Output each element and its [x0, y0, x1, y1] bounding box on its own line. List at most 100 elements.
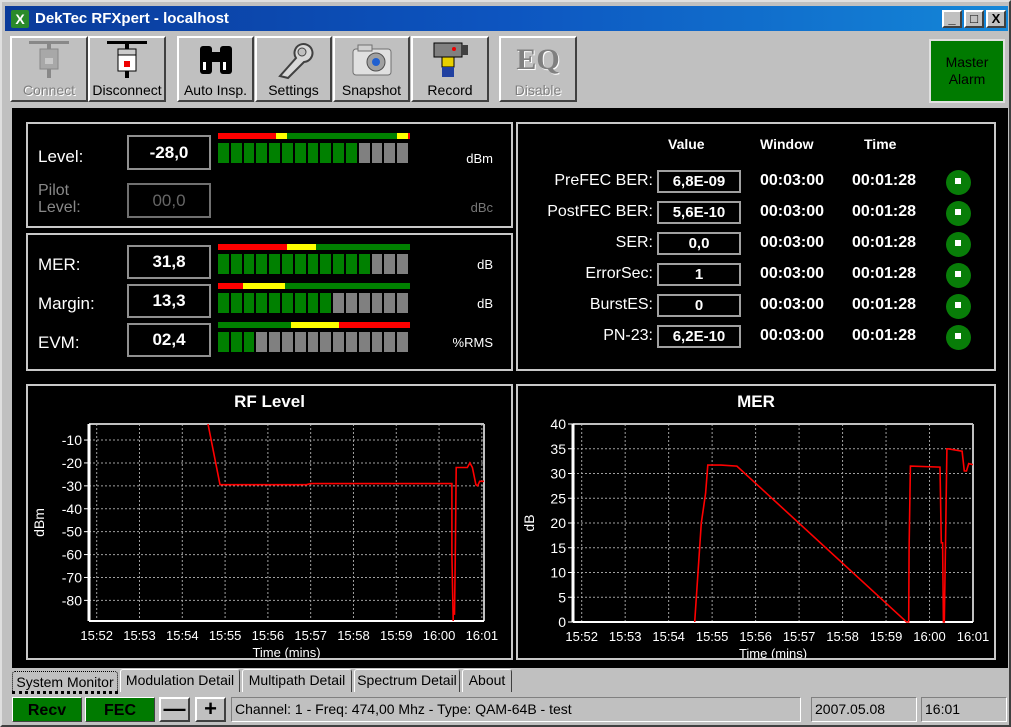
y-tick-label: -80	[62, 592, 82, 608]
evm-segment	[282, 332, 293, 352]
connect-button[interactable]: Connect	[10, 36, 88, 102]
error-row-time: 00:01:28	[852, 265, 917, 282]
mer-segment	[269, 254, 280, 274]
master-alarm-indicator: Master Alarm	[929, 39, 1005, 103]
error-row-time: 00:01:28	[852, 203, 917, 220]
master-alarm-line2: Alarm	[948, 71, 986, 87]
error-row-value: 5,6E-10	[657, 201, 741, 224]
channel-info: Channel: 1 - Freq: 474,00 Mhz - Type: QA…	[231, 697, 801, 722]
tab-modulation-detail[interactable]: Modulation Detail	[120, 669, 240, 692]
y-tick-label: 15	[550, 540, 566, 556]
y-tick-label: 0	[558, 614, 566, 630]
rf-level-chart-panel: RF Level 15:52 15:53 15:54 15:55 15:56 15:57 1…	[26, 384, 513, 660]
plot-area	[89, 424, 484, 621]
x-tick-label: 15:56	[739, 629, 772, 644]
error-row-window: 00:03:00	[760, 265, 825, 282]
margin-segment	[397, 293, 408, 313]
mer-segment	[243, 254, 255, 274]
evm-segment	[346, 332, 357, 352]
tab-about[interactable]: About	[462, 669, 512, 692]
error-row-time: 00:01:28	[852, 296, 917, 313]
title-bar: X DekTec RFXpert - localhost _ □ X	[5, 6, 1008, 31]
margin-threshold-band	[218, 283, 243, 289]
margin-label: Margin:	[38, 294, 95, 313]
signal-quality-panel: MER: 31,8 dB Margin: 13,3 dB EVM: 02,4 %RM…	[26, 233, 513, 371]
video-camera-icon	[413, 38, 487, 82]
zoom-out-button[interactable]: —	[159, 697, 190, 722]
margin-segment	[282, 293, 293, 313]
y-tick-label: -70	[62, 569, 82, 585]
margin-value: 13,3	[127, 284, 211, 318]
error-row-label: PN-23:	[603, 327, 653, 344]
tab-multipath-detail[interactable]: Multipath Detail	[242, 669, 352, 692]
tab-system-monitor[interactable]: System Monitor	[12, 671, 118, 694]
level-panel: Level: -28,0 dBm Pilot Level: 00,0 dBc	[26, 122, 513, 228]
wrench-icon	[257, 38, 330, 82]
mer-threshold-band	[218, 244, 288, 250]
error-row-time: 00:01:28	[852, 234, 917, 251]
margin-segment	[269, 293, 280, 313]
y-tick-label: -60	[62, 547, 82, 563]
disconnect-button[interactable]: Disconnect	[88, 36, 166, 102]
margin-segment	[346, 293, 357, 313]
status-led-icon	[946, 170, 971, 195]
status-time: 16:01	[921, 697, 1007, 722]
x-tick-label: 16:01	[466, 628, 499, 643]
maximize-button[interactable]: □	[964, 9, 984, 28]
evm-segment	[256, 332, 268, 352]
y-tick-label: -20	[62, 455, 82, 471]
status-bar: Recv FEC — + Channel: 1 - Freq: 474,00 M…	[12, 695, 1008, 723]
error-row-window: 00:03:00	[760, 203, 825, 220]
record-button[interactable]: Record	[411, 36, 489, 102]
margin-segment	[371, 293, 383, 313]
y-tick-label: 5	[558, 589, 566, 605]
mer-segment	[371, 254, 383, 274]
mer-label: MER:	[38, 255, 81, 274]
tab-spectrum-detail[interactable]: Spectrum Detail	[354, 669, 460, 692]
mer-segment	[320, 254, 332, 274]
header-window: Window	[760, 136, 814, 152]
minimize-button[interactable]: _	[942, 9, 962, 28]
level-segment	[320, 143, 332, 163]
error-row-window: 00:03:00	[760, 234, 825, 251]
mer-segment	[358, 254, 370, 274]
x-tick-label: 15:54	[652, 629, 685, 644]
evm-segment	[320, 332, 332, 352]
evm-value: 02,4	[127, 323, 211, 357]
x-tick-label: 16:01	[957, 629, 990, 644]
disconnect-plug-icon	[90, 38, 164, 82]
mer-segment	[397, 254, 408, 274]
settings-button[interactable]: Settings	[255, 36, 332, 102]
y-tick-label: -10	[62, 432, 82, 448]
error-row-value: 6,2E-10	[657, 325, 741, 348]
window-title: DekTec RFXpert - localhost	[35, 10, 229, 27]
mer-unit: dB	[477, 257, 493, 272]
eq-disable-button[interactable]: EQ Disable	[499, 36, 577, 102]
level-value: -28,0	[127, 135, 211, 170]
margin-segment	[243, 293, 255, 313]
mer-segment	[282, 254, 293, 274]
margin-segment	[384, 293, 396, 313]
auto-inspect-button[interactable]: Auto Insp.	[177, 36, 254, 102]
settings-label: Settings	[268, 82, 319, 98]
evm-segment	[294, 332, 306, 352]
zoom-in-button[interactable]: +	[195, 697, 226, 722]
mer-chart-panel: MER 15:52 15:53 15:54 15:55 15:56 15:57 15:58 1…	[516, 384, 996, 660]
y-tick-label: -50	[62, 524, 82, 540]
level-threshold-band	[408, 133, 410, 139]
error-row-label: BurstES:	[589, 296, 653, 313]
y-tick-label: -40	[62, 501, 82, 517]
mer-meter	[218, 244, 410, 274]
margin-segment	[230, 293, 242, 313]
evm-segment	[307, 332, 319, 352]
y-tick-label: 30	[550, 466, 566, 482]
camera-icon	[335, 38, 408, 82]
x-tick-label: 15:59	[870, 629, 903, 644]
x-tick-label: 15:55	[696, 629, 729, 644]
x-axis-label: Time (mins)	[739, 646, 807, 658]
snapshot-button[interactable]: Snapshot	[333, 36, 410, 102]
evm-threshold-band	[290, 322, 339, 328]
x-tick-label: 15:53	[123, 628, 156, 643]
close-button[interactable]: X	[986, 9, 1006, 28]
x-tick-label: 15:58	[337, 628, 370, 643]
